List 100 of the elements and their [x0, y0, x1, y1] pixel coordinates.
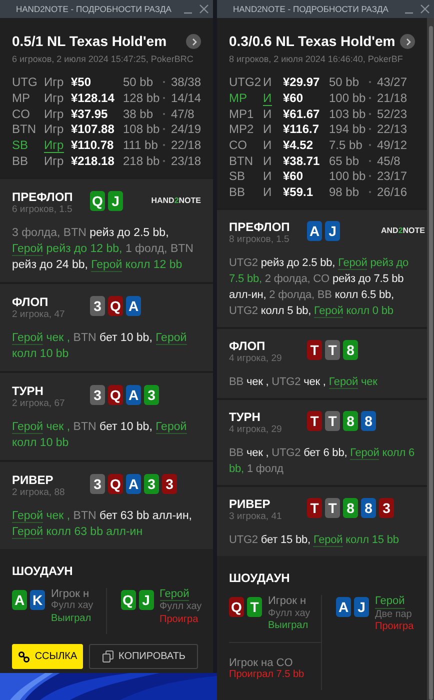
- player-name[interactable]: Игр: [44, 154, 64, 168]
- stack-bb: 50 bb: [122, 74, 154, 92]
- position-label: SB: [229, 168, 246, 186]
- playing-card: J: [108, 190, 123, 211]
- street-name: ПРЕФЛОП: [12, 190, 74, 204]
- playing-card: Q: [120, 590, 136, 610]
- close-icon[interactable]: [199, 4, 209, 14]
- stack-amount: ¥29.97: [283, 74, 321, 92]
- player-name[interactable]: И: [263, 138, 272, 152]
- stack-amount: ¥59.1: [283, 184, 314, 202]
- player-name[interactable]: И: [263, 169, 272, 184]
- hand-rank: Фулл хау: [160, 601, 202, 614]
- player-stats: 26/16: [377, 184, 408, 202]
- player-name[interactable]: И: [263, 122, 272, 136]
- stack-amount: ¥4.52: [283, 137, 314, 154]
- playing-card: A: [126, 474, 141, 494]
- copy-button[interactable]: КОПИРОВАТЬ: [89, 644, 198, 670]
- action-line: 3 фолда, BTN рейз до 2.5 bb, Герой рейз до 12 bb, 1 фолд, BTN рейз до 24 bb, Герой колл 12 bb: [12, 226, 194, 273]
- stack-bb: 108 bb: [122, 121, 161, 138]
- stack-bb: 50 bb: [329, 74, 360, 92]
- hand-rank: Фулл хау: [51, 600, 94, 613]
- showdown-title: ШОУДАУН: [12, 562, 74, 580]
- game-title: 0.5/1 NL Texas Hold'em: [12, 32, 168, 51]
- separator-dot-icon: [369, 81, 371, 84]
- playing-card: 3: [379, 498, 394, 518]
- player-stats: 24/19: [170, 121, 202, 138]
- action-line: Герой чек , BTN бет 10 bb, Герой колл 10 bb: [12, 420, 188, 451]
- player-name[interactable]: И: [263, 154, 272, 168]
- player-name: Игрок н: [51, 588, 90, 600]
- chevron-right-icon: [404, 38, 412, 46]
- action-line: UTG2 бет 15 bb, Герой колл 15 bb: [229, 533, 400, 548]
- player-name[interactable]: И: [263, 91, 272, 106]
- player-name[interactable]: И: [263, 106, 272, 121]
- playing-card: J: [138, 590, 154, 610]
- player-name[interactable]: Игр: [44, 91, 64, 106]
- link-button[interactable]: ССЫЛКА: [12, 644, 83, 670]
- player-stats: 49/12: [377, 137, 408, 154]
- player-name[interactable]: И: [263, 185, 272, 200]
- position-label: SB: [12, 137, 30, 154]
- separator-dot-icon: [162, 81, 165, 84]
- separator-dot-icon: [369, 144, 371, 146]
- playing-card: J: [354, 597, 369, 617]
- playing-card: T: [307, 340, 322, 360]
- player-name[interactable]: Игр: [44, 138, 64, 154]
- playing-card: T: [307, 411, 322, 431]
- street-info: 2 игрока, 47: [12, 308, 66, 321]
- separator-dot-icon: [369, 160, 371, 162]
- playing-card: Q: [108, 384, 123, 405]
- street-info: 2 игрока, 88: [12, 486, 66, 499]
- playing-card: Q: [229, 597, 244, 617]
- position-label: BTN: [12, 121, 37, 138]
- separator-dot-icon: [162, 160, 165, 162]
- playing-card: 3: [162, 474, 177, 494]
- stack-amount: ¥50: [71, 74, 92, 92]
- player-name[interactable]: Игр: [44, 122, 64, 136]
- player-name[interactable]: Игр: [44, 75, 64, 90]
- player-name[interactable]: Герой: [160, 588, 190, 602]
- stack-bb: 100 bb: [329, 168, 367, 186]
- street-name: ФЛОП: [229, 339, 266, 353]
- separator-dot-icon: [163, 112, 165, 115]
- player-name[interactable]: Игр: [44, 106, 64, 121]
- playing-card: K: [30, 590, 45, 610]
- window-title: HAND2NOTE - ПОДРОБНОСТИ РАЗДА: [16, 2, 172, 16]
- hand-rank: Две пар: [375, 608, 413, 621]
- street-name: ПРЕФЛОП: [229, 220, 291, 234]
- result-text: Выиграл: [51, 612, 92, 626]
- brand-logo: HAND2NOTE: [151, 194, 201, 207]
- next-button[interactable]: [400, 34, 415, 49]
- player-stats: 23/17: [377, 168, 408, 186]
- stack-amount: ¥128.14: [71, 90, 116, 108]
- player-name[interactable]: Герой: [375, 595, 405, 608]
- player-name[interactable]: И: [263, 75, 272, 90]
- player-stats: 22/13: [377, 121, 408, 138]
- player-stats: 23/18: [170, 152, 202, 170]
- playing-card: A: [307, 221, 322, 241]
- position-label: CO: [229, 137, 248, 154]
- position-label: UTG: [12, 74, 38, 92]
- stack-amount: ¥116.7: [283, 121, 320, 138]
- stack-amount: ¥60: [283, 168, 304, 186]
- position-label: MP: [12, 90, 31, 108]
- street-info: 4 игрока, 29: [229, 353, 283, 365]
- playing-card: 3: [144, 384, 159, 405]
- stack-amount: ¥61.67: [283, 106, 321, 123]
- game-title: 0.3/0.6 NL Texas Hold'em: [229, 32, 396, 51]
- position-label: BB: [229, 184, 246, 202]
- playing-card: 3: [90, 384, 105, 405]
- playing-card: 3: [90, 296, 105, 316]
- player-stats: 14/14: [170, 90, 202, 108]
- stack-amount: ¥107.88: [71, 121, 116, 138]
- stack-bb: 38 bb: [123, 106, 154, 123]
- copy-icon: [102, 650, 114, 664]
- close-icon[interactable]: [420, 4, 430, 14]
- position-label: MP1: [229, 106, 255, 123]
- separator-dot-icon: [162, 144, 165, 146]
- player-name: Игрок н: [268, 595, 308, 608]
- stack-bb: 98 bb: [329, 184, 360, 202]
- next-button[interactable]: [186, 34, 201, 49]
- link-icon: [18, 650, 30, 663]
- result-text: Проиграл 7.5 bb: [229, 669, 304, 682]
- street-info: 8 игроков, 1.5: [229, 234, 290, 246]
